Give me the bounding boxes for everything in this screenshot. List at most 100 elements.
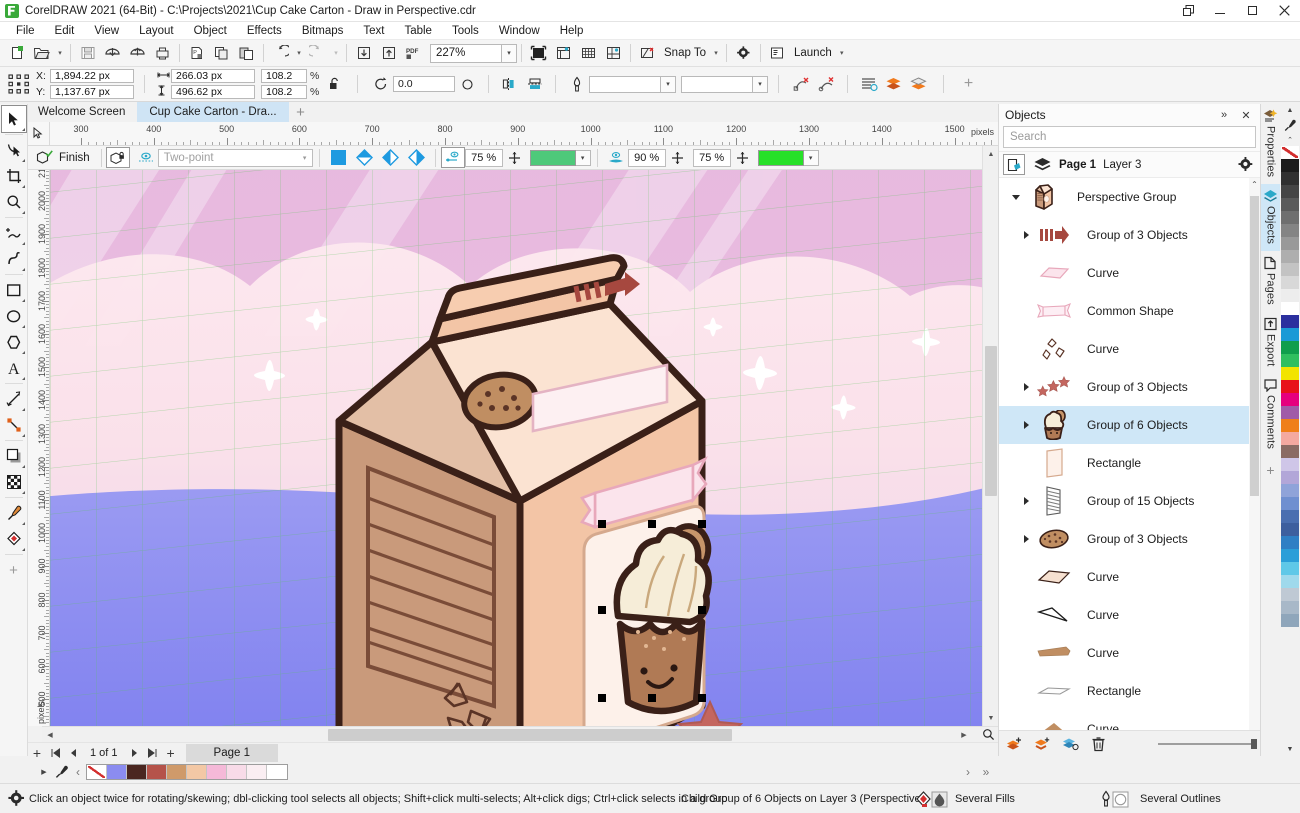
outline-width-icon[interactable] (564, 73, 589, 96)
docker-scrollbar[interactable]: ⌃ (1249, 178, 1260, 730)
plane-left-icon[interactable] (378, 147, 404, 168)
rail-item-properties[interactable]: Properties (1261, 104, 1281, 184)
export-icon[interactable] (125, 42, 150, 65)
previous-page-button[interactable] (64, 744, 82, 762)
palette-eyedropper-icon[interactable] (1280, 117, 1300, 133)
customize-tool[interactable]: + (2, 557, 26, 583)
palette-color-swatch[interactable] (1281, 523, 1299, 536)
open-document-icon[interactable] (29, 42, 54, 65)
palette-color-swatch[interactable] (1281, 159, 1299, 172)
palette-color-swatch[interactable] (1281, 146, 1299, 159)
objects-list-row[interactable]: Curve (999, 330, 1260, 368)
height-input[interactable]: 496.62 px (171, 85, 255, 99)
first-page-button[interactable] (46, 744, 64, 762)
objects-list-row[interactable]: Curve (999, 254, 1260, 292)
chevron-down-icon[interactable]: ▾ (298, 154, 312, 162)
menu-view[interactable]: View (84, 22, 129, 40)
menu-window[interactable]: Window (489, 22, 550, 40)
launch-icon[interactable] (765, 42, 790, 65)
lock-ratio-icon[interactable] (322, 73, 347, 96)
show-guidelines-icon[interactable] (601, 42, 626, 65)
docker-options-gear-icon[interactable] (1234, 155, 1256, 175)
plane-opacity-input[interactable]: 90 % (628, 149, 666, 167)
snap-to-dropdown[interactable]: ▾ (710, 42, 722, 65)
docker-page-label[interactable]: Page 1 (1059, 159, 1096, 171)
full-screen-preview-icon[interactable] (526, 42, 551, 65)
new-tab-button[interactable]: + (289, 102, 313, 122)
palette-color-swatch[interactable] (1281, 276, 1299, 289)
palette-color-swatch[interactable] (1281, 393, 1299, 406)
add-page-after-button[interactable]: + (162, 744, 180, 762)
palette-color-swatch[interactable] (1281, 406, 1299, 419)
rail-item-comments[interactable]: Comments (1261, 373, 1281, 456)
menu-bitmaps[interactable]: Bitmaps (292, 22, 354, 40)
palette-color-swatch[interactable] (1281, 328, 1299, 341)
print-icon[interactable] (150, 42, 175, 65)
page-tab-page-1[interactable]: Page 1 (186, 744, 278, 762)
vertical-ruler[interactable]: 2100200019001800170016001500140013001200… (28, 146, 50, 726)
menu-file[interactable]: File (6, 22, 45, 40)
palette-color-swatch[interactable] (1281, 419, 1299, 432)
palette-color-swatch[interactable] (1281, 549, 1299, 562)
grid-opacity-input[interactable]: 75 % (693, 149, 731, 167)
width-input[interactable]: 266.03 px (171, 69, 255, 83)
palette-color-swatch[interactable] (1281, 289, 1299, 302)
docker-close-icon[interactable]: ✕ (1238, 107, 1254, 123)
transparency-tool[interactable] (2, 469, 26, 495)
scale-v-input[interactable]: 108.2 (261, 85, 307, 99)
palette-color-swatch[interactable] (1281, 185, 1299, 198)
swatch-peach[interactable] (187, 765, 207, 779)
docker-layer-label[interactable]: Layer 3 (1103, 159, 1141, 171)
palette-scroll-down-icon[interactable]: ▼ (1280, 743, 1300, 756)
status-options-gear-icon[interactable] (3, 786, 29, 812)
palette-color-swatch[interactable] (1281, 510, 1299, 523)
scroll-left-icon[interactable]: ◀ (42, 727, 58, 743)
palette-expand-icon[interactable]: ▶ (38, 763, 50, 781)
palette-color-swatch[interactable] (1281, 471, 1299, 484)
docker-thumbnail-size-slider[interactable] (1158, 743, 1254, 745)
palette-color-swatch[interactable] (1281, 380, 1299, 393)
rotate-icon[interactable] (368, 73, 393, 96)
palette-color-swatch[interactable] (1281, 211, 1299, 224)
publish-to-pdf-icon[interactable]: PDF (401, 42, 426, 65)
palette-color-swatch[interactable] (1281, 302, 1299, 315)
scale-h-input[interactable]: 108.2 (261, 69, 307, 83)
palette-color-swatch[interactable] (1281, 588, 1299, 601)
snap-to-label[interactable]: Snap To (660, 47, 710, 59)
swatch-white[interactable] (267, 765, 287, 779)
swatch-periwinkle[interactable] (107, 765, 127, 779)
straight-line-connector-tool[interactable] (2, 412, 26, 438)
save-icon[interactable] (75, 42, 100, 65)
objects-list-row[interactable]: Common Shape (999, 292, 1260, 330)
expander-right-icon[interactable] (1017, 497, 1035, 505)
interactive-fill-tool[interactable] (2, 526, 26, 552)
zoom-to-fit-icon[interactable] (980, 727, 996, 743)
customize-property-bar-icon[interactable]: + (956, 73, 981, 96)
palette-color-swatch[interactable] (1281, 575, 1299, 588)
object-origin-icon[interactable] (4, 69, 34, 99)
color-eyedropper-tool[interactable] (2, 500, 26, 526)
palette-color-swatch[interactable] (1281, 367, 1299, 380)
objects-list-row[interactable]: Curve (999, 634, 1260, 672)
objects-list-row[interactable]: Curve (999, 596, 1260, 634)
plane-opacity-stepper[interactable] (666, 147, 690, 168)
x-position-input[interactable]: 1,894.22 px (50, 69, 134, 83)
menu-text[interactable]: Text (353, 22, 394, 40)
objects-search-input[interactable]: Search (1003, 126, 1256, 148)
plane-right-icon[interactable] (404, 147, 430, 168)
palette-color-swatch[interactable] (1281, 315, 1299, 328)
open-recent-dropdown[interactable]: ▾ (54, 42, 66, 65)
outline-style-input[interactable] (681, 76, 753, 93)
rail-add-docker-icon[interactable]: + (1266, 462, 1274, 478)
scroll-right-icon[interactable]: ▶ (956, 727, 972, 743)
palette-color-swatch[interactable] (1281, 497, 1299, 510)
objects-list-row[interactable]: Curve (999, 558, 1260, 596)
crop-tool[interactable] (2, 163, 26, 189)
objects-list-row[interactable]: Group of 3 Objects (999, 368, 1260, 406)
menu-layout[interactable]: Layout (129, 22, 184, 40)
objects-list-row[interactable]: Group of 3 Objects (999, 216, 1260, 254)
ellipse-tool[interactable] (2, 303, 26, 329)
grid-color-swatch[interactable] (758, 150, 804, 166)
restore-down-button[interactable] (1172, 0, 1204, 22)
palette-color-swatch[interactable] (1281, 536, 1299, 549)
